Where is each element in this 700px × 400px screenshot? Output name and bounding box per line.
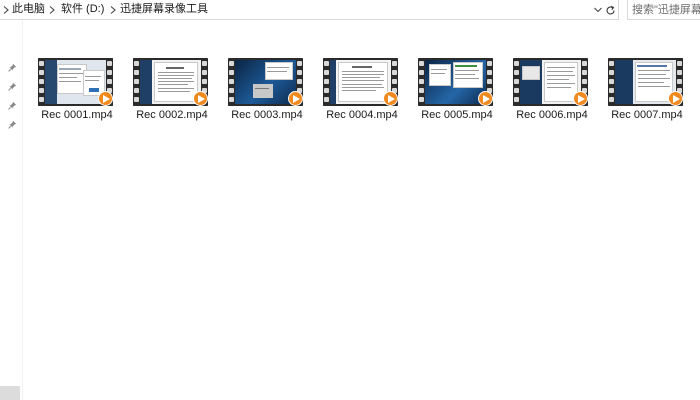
chevron-right-icon[interactable] [47, 2, 57, 17]
pin-icon[interactable] [7, 81, 17, 91]
play-icon [383, 91, 398, 106]
file-name: Rec 0007.mp4 [611, 109, 683, 121]
search-input[interactable] [628, 0, 700, 18]
play-icon [668, 91, 683, 106]
chevron-right-icon[interactable] [1, 2, 11, 17]
play-icon [288, 91, 303, 106]
play-icon [193, 91, 208, 106]
file-item[interactable]: Rec 0001.mp4 [30, 50, 124, 132]
breadcrumb-drive-d[interactable]: 软件 (D:) [61, 2, 104, 17]
file-item[interactable]: Rec 0005.mp4 [410, 50, 504, 132]
video-thumbnail [228, 58, 303, 106]
nav-scrollbar-thumb[interactable] [0, 386, 20, 400]
file-name: Rec 0006.mp4 [516, 109, 588, 121]
pin-icon[interactable] [7, 62, 17, 72]
video-thumbnail [418, 58, 493, 106]
file-item[interactable]: Rec 0004.mp4 [315, 50, 409, 132]
pane-divider [22, 20, 23, 400]
file-item[interactable]: Rec 0006.mp4 [505, 50, 599, 132]
refresh-icon[interactable] [602, 2, 618, 18]
file-name: Rec 0005.mp4 [421, 109, 493, 121]
file-name: Rec 0002.mp4 [136, 109, 208, 121]
navigation-pane [0, 20, 22, 400]
video-thumbnail [133, 58, 208, 106]
video-thumbnail [608, 58, 683, 106]
file-item[interactable]: Rec 0002.mp4 [125, 50, 219, 132]
file-name: Rec 0001.mp4 [41, 109, 113, 121]
play-icon [478, 91, 493, 106]
file-item[interactable]: Rec 0003.mp4 [220, 50, 314, 132]
play-icon [98, 91, 113, 106]
address-bar[interactable]: 此电脑 软件 (D:) 迅捷屏幕录像工具 [0, 0, 619, 20]
breadcrumb-this-pc[interactable]: 此电脑 [12, 2, 45, 17]
address-bar-row: 此电脑 软件 (D:) 迅捷屏幕录像工具 [0, 0, 700, 20]
play-icon [573, 91, 588, 106]
video-thumbnail [513, 58, 588, 106]
pin-icon[interactable] [7, 100, 17, 110]
chevron-right-icon[interactable] [108, 2, 118, 17]
file-name: Rec 0003.mp4 [231, 109, 303, 121]
breadcrumb-current-folder[interactable]: 迅捷屏幕录像工具 [120, 2, 208, 17]
video-thumbnail [38, 58, 113, 106]
file-name: Rec 0004.mp4 [326, 109, 398, 121]
search-box[interactable] [627, 0, 700, 20]
video-thumbnail [323, 58, 398, 106]
file-item[interactable]: Rec 0007.mp4 [600, 50, 694, 132]
pin-icon[interactable] [7, 119, 17, 129]
